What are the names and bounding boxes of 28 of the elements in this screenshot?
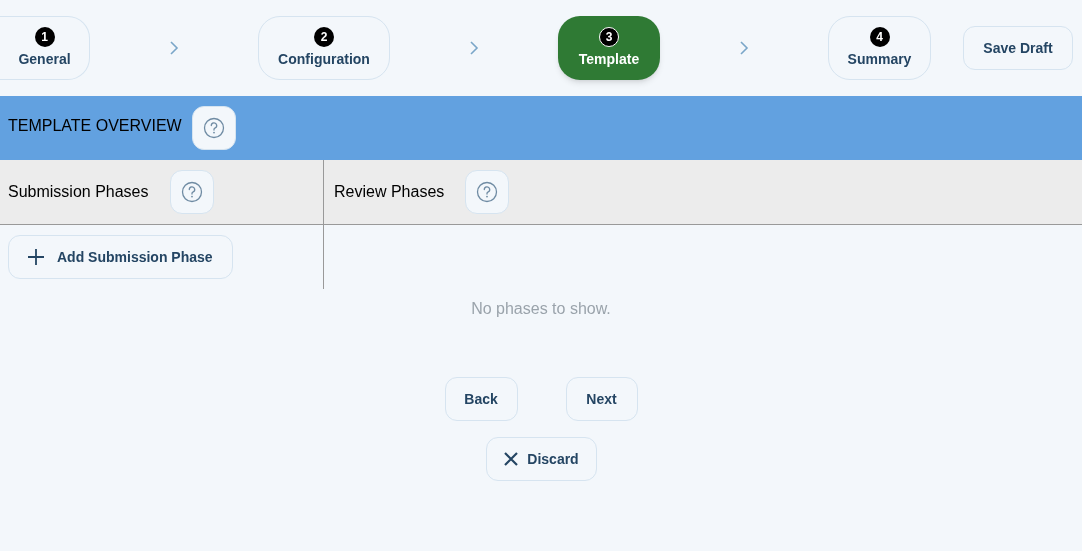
step-tab[interactable]: 1 General [0, 16, 90, 80]
help-icon [476, 181, 499, 203]
help-icon [180, 181, 203, 203]
empty-message: No phases to show. [471, 299, 611, 319]
chevron-right-icon [469, 40, 479, 56]
step-number: 4 [869, 26, 890, 47]
plus-icon [27, 248, 45, 266]
step-number: 1 [34, 26, 55, 47]
step-tab[interactable]: 2 Configuration [258, 16, 390, 80]
step-number: 2 [314, 26, 334, 47]
chevron-right-icon [739, 40, 749, 56]
help-button[interactable] [191, 106, 236, 150]
add-phase-button[interactable]: Add Submission Phase [8, 235, 233, 279]
close-icon [503, 451, 520, 467]
column-title: Submission Phases [8, 182, 149, 202]
help-button[interactable] [465, 170, 510, 214]
step-number: 3 [599, 26, 619, 47]
discard-button[interactable]: Discard [485, 437, 597, 481]
column-title: Review Phases [334, 182, 445, 202]
step-tab[interactable]: 4 Summary [828, 16, 931, 80]
help-icon [202, 117, 225, 139]
save-draft-button[interactable]: Save Draft [963, 26, 1073, 70]
next-button[interactable]: Next [565, 377, 638, 421]
section-title: TEMPLATE OVERVIEW [8, 116, 182, 136]
back-button[interactable]: Back [444, 377, 518, 421]
help-button[interactable] [169, 170, 214, 214]
chevron-right-icon [169, 40, 179, 56]
step-tab[interactable]: 3 Template [558, 16, 660, 80]
